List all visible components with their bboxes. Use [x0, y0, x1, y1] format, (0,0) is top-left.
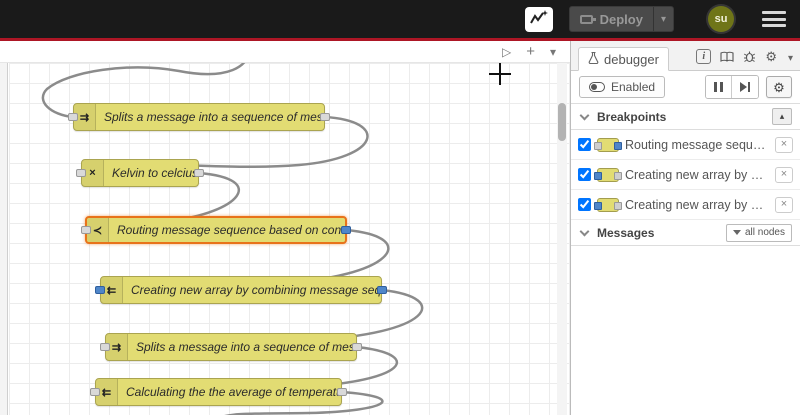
input-port[interactable]	[68, 113, 78, 121]
remove-breakpoint-button[interactable]: ×	[775, 136, 793, 153]
breakpoint-row[interactable]: Creating new array by combining message …	[571, 160, 800, 190]
breakpoint-checkbox[interactable]	[578, 138, 591, 151]
pause-button[interactable]	[706, 76, 732, 98]
deploy-label: Deploy	[599, 11, 643, 27]
filter-funnel-icon	[732, 230, 741, 235]
node-label: Routing message sequence based on condit…	[117, 223, 345, 237]
deploy-button[interactable]: Deploy ▾	[568, 6, 674, 32]
canvas-vertical-scrollbar[interactable]	[557, 63, 567, 415]
output-port-breakpoint[interactable]	[377, 286, 387, 294]
crosshair-cursor	[489, 63, 511, 85]
debugger-toolbar: Enabled ⚙	[571, 71, 800, 104]
breakpoint-row[interactable]: Routing message sequence based on condit…	[571, 130, 800, 160]
debugger-settings-gear-icon[interactable]: ⚙	[766, 76, 792, 98]
output-port[interactable]	[337, 388, 347, 396]
breakpoint-label: Creating new array by combining message …	[625, 167, 769, 182]
filter-label: all nodes	[744, 227, 785, 238]
breakpoint-checkbox[interactable]	[578, 198, 591, 211]
remove-breakpoint-button[interactable]: ×	[775, 166, 793, 183]
input-port[interactable]	[90, 388, 100, 396]
flow-list-chevron-icon[interactable]: ▾	[550, 46, 556, 58]
app-header: Deploy ▾ su	[0, 0, 800, 38]
messages-title: Messages	[597, 225, 655, 240]
pause-icon	[714, 82, 723, 92]
scrollbar-thumb[interactable]	[558, 103, 566, 141]
play-icon[interactable]: ▷	[502, 46, 511, 58]
node-mini-icon	[594, 137, 622, 152]
messages-list-empty	[571, 246, 800, 415]
flow-workspace: ▷ + ▾ ⇉ Splits a message into a sequence…	[0, 41, 570, 415]
flask-icon	[588, 51, 599, 67]
flow-node-split[interactable]: ⇉ Splits a message into a sequence of me…	[68, 103, 330, 131]
sidebar-tabs: debugger i ⚙ ▾	[571, 41, 800, 71]
node-label: Calculating the the average of temperatu…	[126, 385, 341, 399]
breakpoints-title: Breakpoints	[597, 109, 667, 124]
book-icon[interactable]	[720, 51, 734, 63]
debug-sidebar: debugger i ⚙ ▾ Enabled ⚙ Breakpoints ▴ R…	[570, 41, 800, 415]
input-port-breakpoint[interactable]	[95, 286, 105, 294]
chevron-down-icon	[579, 226, 590, 236]
assistant-icon-button[interactable]	[524, 6, 553, 32]
breakpoint-row[interactable]: Creating new array by combining message …	[571, 190, 800, 220]
remove-breakpoint-button[interactable]: ×	[775, 196, 793, 213]
flow-node-function[interactable]: × Kelvin to celcius	[76, 159, 204, 187]
messages-header[interactable]: Messages all nodes	[571, 220, 800, 246]
palette-edge	[0, 63, 8, 415]
workspace-toolbar: ▷ + ▾	[0, 41, 570, 63]
bug-icon[interactable]	[743, 50, 756, 63]
output-port-breakpoint[interactable]	[341, 226, 351, 234]
node-label: Splits a message into a sequence of mess…	[136, 340, 356, 354]
output-port[interactable]	[194, 169, 204, 177]
main-menu-button[interactable]	[762, 11, 786, 27]
input-port[interactable]	[100, 343, 110, 351]
enabled-label: Enabled	[611, 80, 656, 94]
flow-node-average[interactable]: ⇇ Calculating the the average of tempera…	[90, 378, 347, 406]
breakpoint-checkbox[interactable]	[578, 168, 591, 181]
breakpoint-label: Creating new array by combining message …	[625, 197, 769, 212]
breakpoint-label: Routing message sequence based on condit…	[625, 137, 769, 152]
output-port[interactable]	[320, 113, 330, 121]
output-port[interactable]	[352, 343, 362, 351]
node-label: Splits a message into a sequence of mess…	[104, 110, 324, 124]
sparkle-chart-icon	[529, 10, 548, 28]
node-label: Kelvin to celcius	[112, 166, 198, 180]
breakpoints-header[interactable]: Breakpoints ▴	[571, 104, 800, 130]
input-port[interactable]	[76, 169, 86, 177]
node-mini-icon	[594, 167, 622, 182]
breakpoints-collapse-button[interactable]: ▴	[772, 108, 792, 125]
deploy-options-caret[interactable]: ▾	[652, 7, 673, 31]
node-label: Creating new array by combining message …	[131, 283, 381, 297]
chevron-down-icon	[579, 110, 590, 120]
flow-node-split[interactable]: ⇉ Splits a message into a sequence of me…	[100, 333, 362, 361]
flow-node-switch-selected[interactable]: ≺ Routing message sequence based on cond…	[81, 216, 351, 244]
node-mini-icon	[594, 197, 622, 212]
tab-label: debugger	[604, 51, 659, 67]
flow-node-join[interactable]: ⇇ Creating new array by combining messag…	[95, 276, 387, 304]
all-nodes-filter-button[interactable]: all nodes	[725, 223, 792, 242]
input-port[interactable]	[81, 226, 91, 234]
sidebar-collapse-chevron-icon[interactable]: ▾	[788, 53, 793, 64]
step-icon	[740, 82, 747, 92]
add-flow-icon[interactable]: +	[526, 44, 535, 59]
node-red-app: Deploy ▾ su ▷ + ▾ ⇉ Splits a message int…	[0, 0, 800, 415]
tab-debugger[interactable]: debugger	[578, 47, 669, 71]
hamburger-icon	[762, 11, 786, 14]
user-avatar[interactable]: su	[708, 6, 734, 32]
flow-canvas[interactable]: ⇉ Splits a message into a sequence of me…	[9, 63, 570, 415]
deploy-icon	[579, 14, 596, 24]
step-button[interactable]	[732, 76, 758, 98]
enabled-toggle-button[interactable]: Enabled	[579, 76, 666, 98]
info-icon[interactable]: i	[696, 49, 712, 64]
gear-icon[interactable]: ⚙	[765, 50, 777, 63]
toggle-icon	[589, 82, 605, 92]
